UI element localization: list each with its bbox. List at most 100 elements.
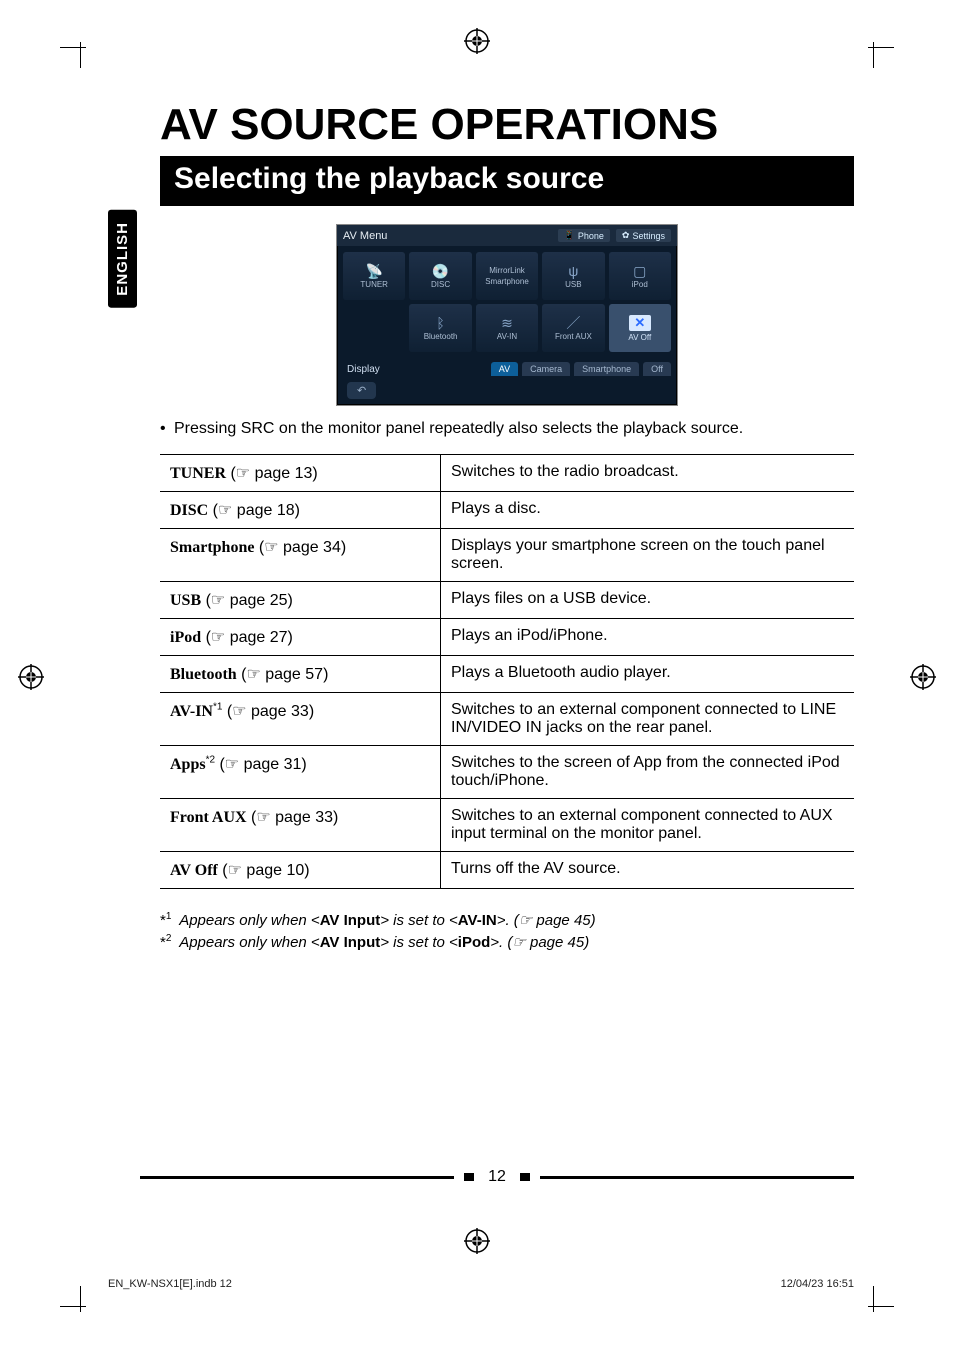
section-heading: Selecting the playback source — [160, 156, 854, 206]
table-row: iPod (☞ page 27)Plays an iPod/iPhone. — [160, 619, 854, 656]
footnote-text: > is set to < — [380, 912, 458, 929]
crop-mark — [854, 1286, 894, 1326]
phone-label: Phone — [578, 231, 604, 241]
table-value-cell: Switches to an external component connec… — [441, 693, 855, 746]
key-bold: Front AUX — [170, 809, 247, 826]
table-row: Smartphone (☞ page 34)Displays your smar… — [160, 529, 854, 582]
tile-label: TUNER — [360, 280, 388, 289]
key-rest: (☞ page 18) — [208, 502, 300, 519]
table-key-cell: Bluetooth (☞ page 57) — [160, 656, 441, 693]
table-value-cell: Plays a disc. — [441, 492, 855, 529]
key-bold: Apps — [170, 756, 206, 773]
note-body: Pressing SRC on the monitor panel repeat… — [174, 420, 743, 437]
key-superscript: *1 — [213, 702, 222, 713]
gear-icon: ✿ — [622, 230, 630, 241]
tile-label: MirrorLink — [489, 266, 525, 275]
tile-label: Smartphone — [485, 277, 529, 286]
table-key-cell: iPod (☞ page 27) — [160, 619, 441, 656]
table-key-cell: Smartphone (☞ page 34) — [160, 529, 441, 582]
settings-badge: ✿ Settings — [616, 229, 671, 242]
tile-label: DISC — [431, 280, 450, 289]
key-rest: (☞ page 13) — [226, 465, 318, 482]
tile-label: Bluetooth — [424, 332, 458, 341]
registration-mark-icon — [18, 664, 44, 690]
table-row: AV Off (☞ page 10)Turns off the AV sourc… — [160, 852, 854, 889]
page-number-row: 12 — [140, 1168, 854, 1186]
registration-mark-icon — [464, 1228, 490, 1254]
footer-left: EN_KW-NSX1[E].indb 12 — [108, 1278, 232, 1290]
back-button-icon: ↶ — [347, 382, 376, 399]
table-key-cell: TUNER (☞ page 13) — [160, 455, 441, 492]
tab-av: AV — [491, 362, 518, 376]
footnote-text: Appears only when < — [179, 934, 320, 951]
key-rest: (☞ page 33) — [222, 703, 314, 720]
tile-avoff: ✕AV Off — [609, 304, 671, 352]
key-superscript: *2 — [206, 755, 215, 766]
tile-label: Front AUX — [555, 332, 592, 341]
page-number: 12 — [484, 1168, 510, 1186]
language-tab: ENGLISH — [108, 210, 137, 308]
footnote-bold: AV Input — [320, 912, 381, 929]
close-icon: ✕ — [629, 315, 651, 331]
tile-label: AV-IN — [497, 332, 517, 341]
phone-badge: 📱 Phone — [558, 229, 610, 242]
phone-icon: 📱 — [564, 230, 575, 241]
key-bold: iPod — [170, 629, 201, 646]
tuner-icon: 📡 — [365, 264, 382, 278]
table-value-cell: Plays an iPod/iPhone. — [441, 619, 855, 656]
key-bold: AV Off — [170, 862, 218, 879]
key-bold: DISC — [170, 502, 208, 519]
table-value-cell: Turns off the AV source. — [441, 852, 855, 889]
footer-right: 12/04/23 16:51 — [781, 1278, 854, 1290]
tile-bluetooth: ᛒ Bluetooth — [409, 304, 471, 352]
footnote-text: >. (☞ page 45) — [497, 912, 596, 929]
source-table: TUNER (☞ page 13)Switches to the radio b… — [160, 454, 854, 889]
tile-mirrorlink: MirrorLink Smartphone — [476, 252, 538, 300]
display-label: Display — [347, 364, 380, 375]
table-key-cell: USB (☞ page 25) — [160, 582, 441, 619]
rule-line — [140, 1176, 454, 1179]
avin-icon: ≋ — [501, 316, 513, 330]
footnote-sup: 2 — [166, 933, 172, 944]
footnote-text: Appears only when < — [179, 912, 320, 929]
table-key-cell: Apps*2 (☞ page 31) — [160, 746, 441, 799]
tile-disc: 💿 DISC — [409, 252, 471, 300]
rule-endcap — [464, 1173, 474, 1181]
key-rest: (☞ page 33) — [247, 809, 339, 826]
footnote-text: >. (☞ page 45) — [490, 934, 589, 951]
tab-off: Off — [643, 362, 671, 376]
key-bold: TUNER — [170, 465, 226, 482]
table-value-cell: Displays your smartphone screen on the t… — [441, 529, 855, 582]
av-menu-title: AV Menu — [343, 230, 387, 242]
footnote-sup: 1 — [166, 911, 172, 922]
bluetooth-icon: ᛒ — [436, 316, 444, 330]
rule-endcap — [520, 1173, 530, 1181]
table-row: DISC (☞ page 18)Plays a disc. — [160, 492, 854, 529]
usb-icon: ψ — [568, 264, 578, 278]
table-value-cell: Switches to an external component connec… — [441, 799, 855, 852]
tab-smartphone: Smartphone — [574, 362, 639, 376]
tile-ipod: ▢iPod — [609, 252, 671, 300]
disc-icon: 💿 — [432, 264, 449, 278]
registration-mark-icon — [910, 664, 936, 690]
tile-label: USB — [565, 280, 581, 289]
key-rest: (☞ page 27) — [201, 629, 293, 646]
tile-frontaux: ／ Front AUX — [542, 304, 604, 352]
key-bold: Smartphone — [170, 539, 254, 556]
table-key-cell: DISC (☞ page 18) — [160, 492, 441, 529]
table-key-cell: AV Off (☞ page 10) — [160, 852, 441, 889]
key-bold: USB — [170, 592, 201, 609]
crop-mark — [60, 28, 100, 68]
page-title: AV SOURCE OPERATIONS — [160, 100, 854, 150]
key-bold: AV-IN — [170, 703, 213, 720]
key-rest: (☞ page 31) — [215, 756, 307, 773]
crop-mark — [60, 1286, 100, 1326]
footnote-bold: iPod — [458, 934, 491, 951]
key-rest: (☞ page 34) — [254, 539, 346, 556]
table-row: TUNER (☞ page 13)Switches to the radio b… — [160, 455, 854, 492]
settings-label: Settings — [632, 231, 665, 241]
ipod-icon: ▢ — [633, 264, 646, 278]
table-value-cell: Switches to the radio broadcast. — [441, 455, 855, 492]
aux-icon: ／ — [566, 316, 580, 330]
table-row: Apps*2 (☞ page 31)Switches to the screen… — [160, 746, 854, 799]
